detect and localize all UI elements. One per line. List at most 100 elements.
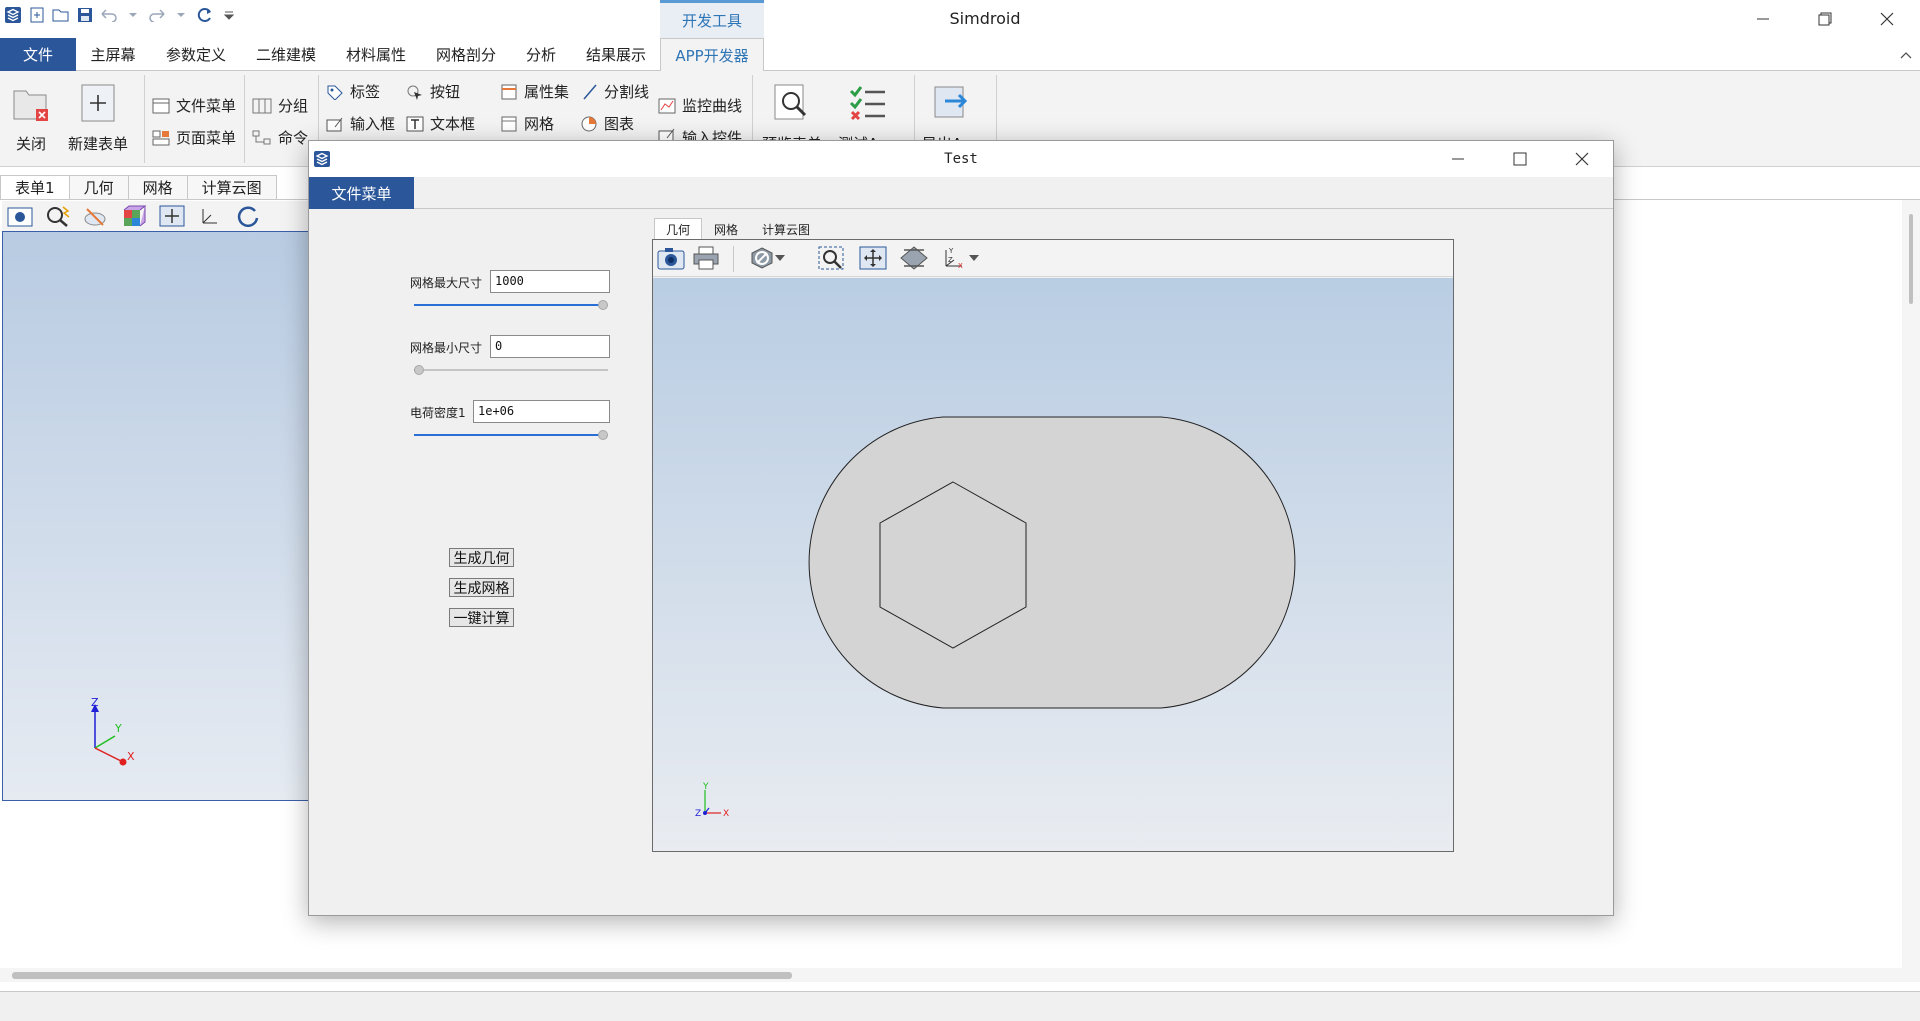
property-set-button[interactable]: 属性集 — [500, 81, 569, 102]
new-form-icon — [81, 84, 115, 122]
zoom-icon[interactable] — [44, 203, 72, 229]
vp-tab-mesh[interactable]: 网格 — [702, 218, 750, 240]
slider-thumb[interactable] — [598, 300, 608, 310]
dialog-close-button[interactable] — [1551, 141, 1613, 177]
new-form-button[interactable]: 新建表单 — [68, 83, 128, 154]
tab-form1[interactable]: 表单1 — [0, 175, 70, 199]
menu-home[interactable]: 主屏幕 — [80, 38, 146, 71]
vp-axis-y-label: Y — [702, 782, 709, 792]
svg-text:X: X — [958, 262, 963, 270]
refresh-icon[interactable] — [196, 6, 214, 24]
undo-dropdown-icon[interactable] — [124, 6, 142, 24]
menu-file[interactable]: 文件 — [0, 38, 76, 71]
hide-dropdown-icon[interactable] — [771, 244, 789, 272]
chart-control-button[interactable]: 图表 — [580, 113, 634, 134]
one-click-compute-button[interactable]: 一键计算 — [449, 608, 514, 627]
file-menu-icon — [152, 98, 170, 113]
close-label: 关闭 — [15, 135, 46, 153]
close-form-button[interactable]: 关闭 — [10, 83, 52, 154]
redo-icon[interactable] — [148, 6, 166, 24]
file-menu-button[interactable]: 文件菜单 — [152, 95, 236, 116]
save-icon[interactable] — [76, 6, 94, 24]
input-box-button[interactable]: 输入框 — [326, 113, 395, 134]
vertical-scrollbar[interactable] — [1902, 200, 1920, 978]
rotate-icon[interactable] — [234, 203, 262, 229]
slider-fill — [414, 434, 603, 436]
group-button[interactable]: 分组 — [252, 95, 308, 116]
mesh-control-button[interactable]: 网格 — [500, 113, 554, 134]
open-icon[interactable] — [52, 6, 70, 24]
status-bar — [0, 991, 1920, 1021]
undo-icon[interactable] — [100, 6, 118, 24]
customize-qa-icon[interactable] — [220, 6, 238, 24]
max-mesh-size-input[interactable]: 1000 — [490, 270, 610, 293]
slider-thumb[interactable] — [598, 430, 608, 440]
text-box-button[interactable]: 文本框 — [406, 113, 475, 134]
horizontal-scrollbar[interactable] — [0, 968, 1920, 982]
tag-icon — [327, 85, 343, 100]
background-3d-viewport[interactable]: Z Y X — [2, 231, 312, 801]
color-cube-icon[interactable] — [120, 203, 148, 229]
axis-triad-icon: Z Y X — [91, 698, 135, 766]
geometry-drawing: Y X Z — [695, 416, 1296, 819]
min-mesh-size-input[interactable]: 0 — [490, 335, 610, 358]
charge-density-slider[interactable] — [414, 429, 608, 441]
minimize-button[interactable] — [1732, 0, 1794, 38]
dialog-file-menu[interactable]: 文件菜单 — [309, 177, 414, 209]
tab-contour[interactable]: 计算云图 — [186, 175, 277, 199]
dialog-title-bar[interactable]: Test — [309, 141, 1613, 177]
button-control-label: 按钮 — [430, 83, 461, 101]
tab-geometry[interactable]: 几何 — [68, 175, 129, 199]
dialog-maximize-button[interactable] — [1489, 141, 1551, 177]
menu-meshing[interactable]: 网格剖分 — [428, 38, 504, 71]
charge-density-label: 电荷密度1 — [410, 406, 466, 420]
command-button[interactable]: 命令 — [252, 127, 308, 148]
slider-thumb[interactable] — [414, 365, 424, 375]
collapse-ribbon-icon[interactable] — [1892, 38, 1920, 71]
close-window-button[interactable] — [1856, 0, 1918, 38]
pan-icon[interactable] — [158, 203, 186, 229]
divider-control-label: 分割线 — [604, 83, 650, 101]
tab-mesh[interactable]: 网格 — [127, 175, 188, 199]
label-control-button[interactable]: 标签 — [326, 81, 380, 102]
menu-app-developer[interactable]: APP开发器 — [660, 38, 764, 72]
pan-icon[interactable] — [858, 244, 888, 272]
restore-button[interactable] — [1794, 0, 1856, 38]
zoom-box-icon[interactable] — [817, 244, 847, 272]
min-mesh-size-slider[interactable] — [414, 364, 608, 376]
generate-mesh-button[interactable]: 生成网格 — [449, 578, 514, 597]
title-bar: 开发工具 Simdroid — [0, 0, 1920, 38]
vertical-scroll-thumb[interactable] — [1909, 214, 1913, 304]
input-box-icon — [326, 117, 343, 131]
menu-2d-modeling[interactable]: 二维建模 — [248, 38, 324, 71]
camera-icon[interactable] — [6, 203, 34, 229]
divider-control-button[interactable]: 分割线 — [582, 81, 649, 102]
redo-dropdown-icon[interactable] — [172, 6, 190, 24]
test-app-icon — [849, 86, 885, 121]
charge-density-input[interactable]: 1e+06 — [473, 400, 610, 423]
monitor-curve-button[interactable]: 监控曲线 — [658, 95, 742, 116]
menu-results[interactable]: 结果展示 — [578, 38, 654, 71]
generate-geometry-button[interactable]: 生成几何 — [449, 548, 514, 567]
print-icon[interactable] — [691, 244, 721, 272]
menu-analysis[interactable]: 分析 — [516, 38, 566, 71]
axis-icon[interactable] — [196, 203, 224, 229]
vp-tab-geometry[interactable]: 几何 — [654, 218, 703, 240]
ribbon-separator — [144, 75, 145, 163]
new-icon[interactable] — [28, 6, 46, 24]
fit-view-icon[interactable] — [899, 244, 929, 272]
geometry-canvas[interactable]: Y X Z — [653, 278, 1453, 851]
page-menu-button[interactable]: 页面菜单 — [152, 127, 236, 148]
menu-param-def[interactable]: 参数定义 — [158, 38, 234, 71]
vp-tab-contour[interactable]: 计算云图 — [750, 218, 822, 240]
axis-dropdown-icon[interactable] — [965, 244, 983, 272]
preview-form-icon — [774, 84, 807, 120]
button-control-button[interactable]: 按钮 — [406, 81, 460, 102]
menu-material[interactable]: 材料属性 — [338, 38, 414, 71]
dialog-minimize-button[interactable] — [1427, 141, 1489, 177]
quick-access-toolbar — [4, 6, 238, 24]
max-mesh-size-slider[interactable] — [414, 299, 608, 311]
camera-icon[interactable] — [656, 244, 686, 272]
view-mode-icon[interactable] — [82, 203, 110, 229]
horizontal-scroll-thumb[interactable] — [12, 972, 792, 979]
